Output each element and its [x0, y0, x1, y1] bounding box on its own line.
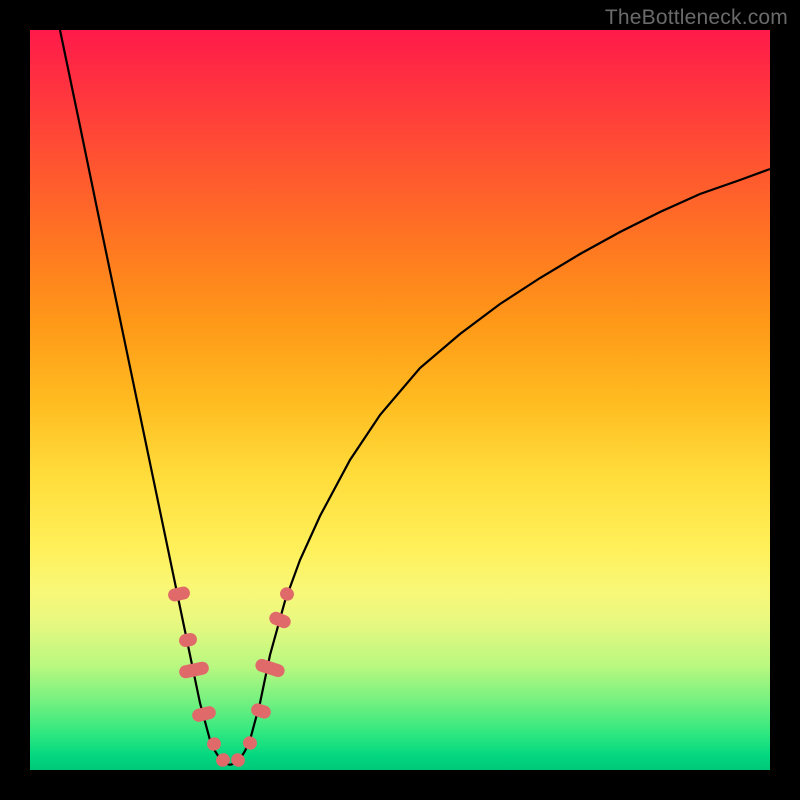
gradient-plot-area	[30, 30, 770, 770]
watermark-text: TheBottleneck.com	[605, 6, 788, 30]
